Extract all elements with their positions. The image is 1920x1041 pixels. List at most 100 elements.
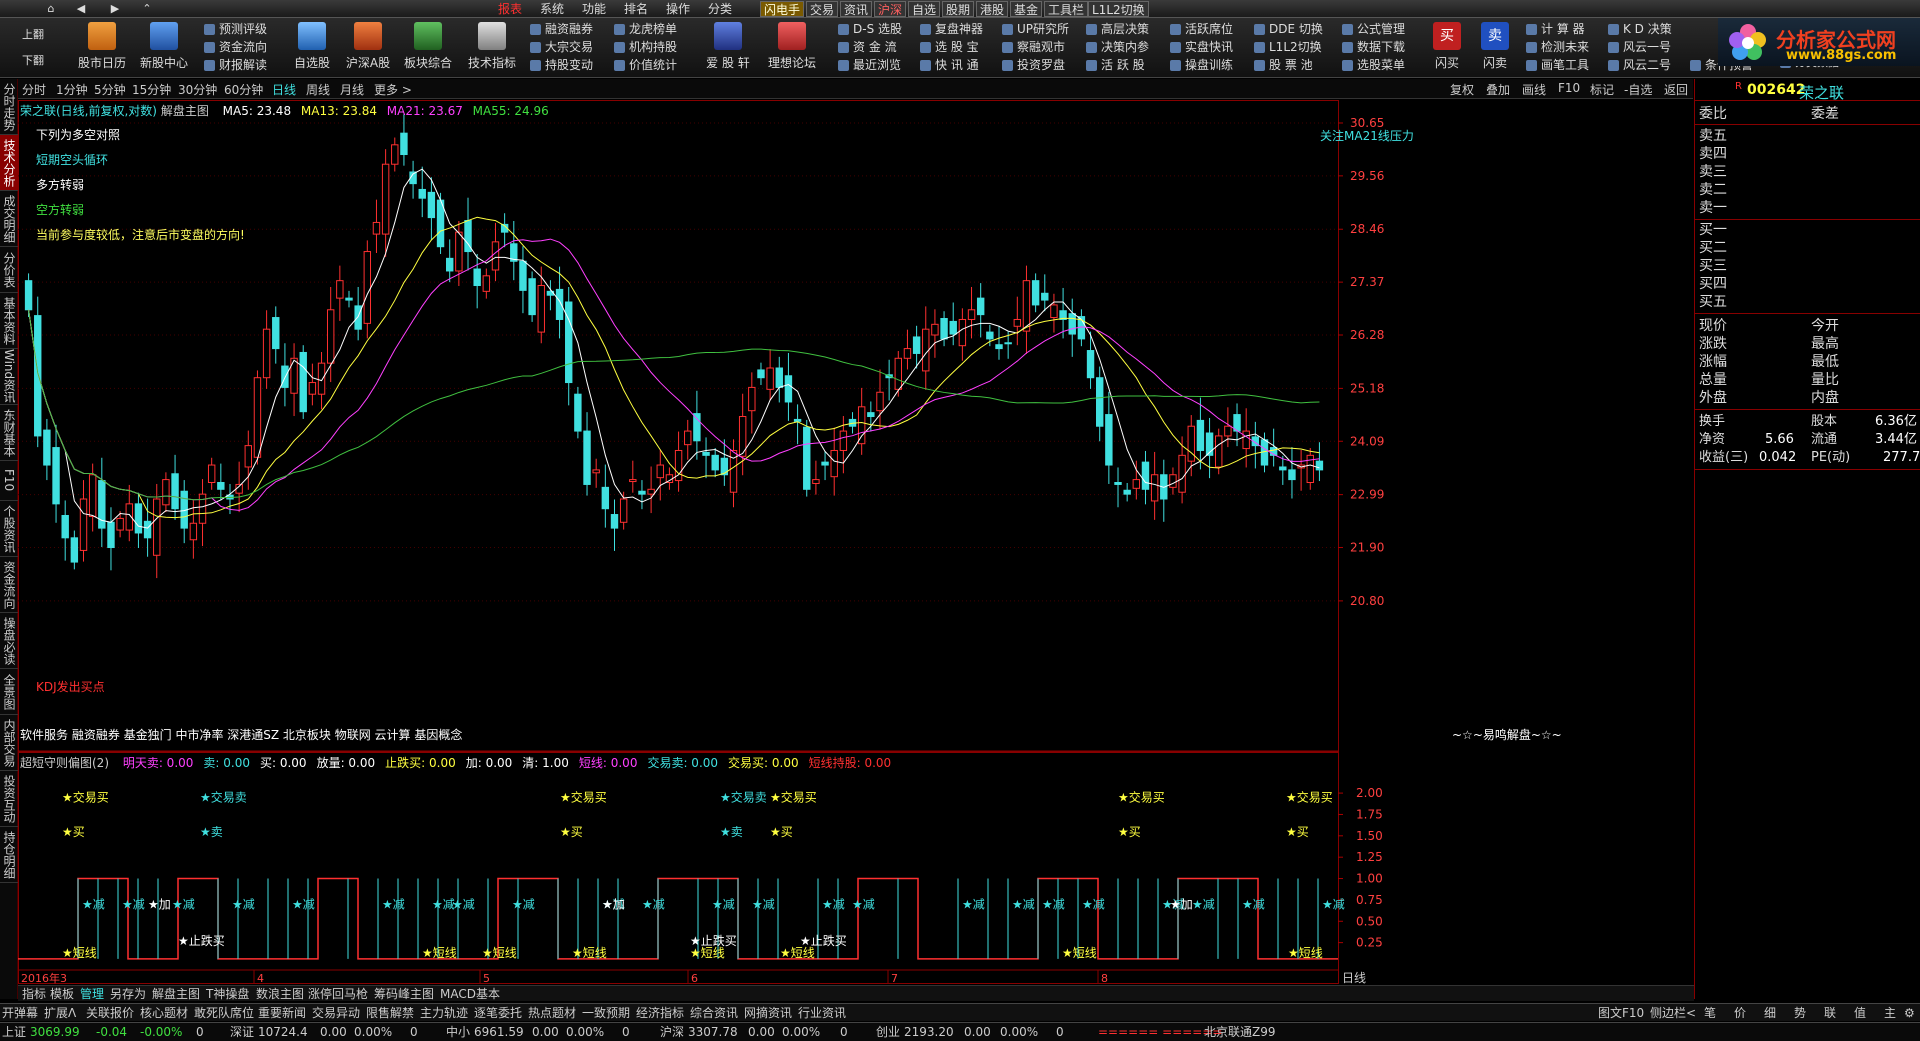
tab-interact[interactable]: 投资互动	[0, 771, 18, 827]
tab-trade[interactable]: 交易	[806, 1, 839, 17]
btab-macd[interactable]: MACD基本	[440, 986, 500, 1002]
b2-abnormal[interactable]: 交易异动	[312, 1005, 360, 1021]
b2-sidebar[interactable]: 侧边栏<	[1650, 1005, 1696, 1021]
tab-technical[interactable]: 技术分析	[0, 135, 18, 191]
tab-insider[interactable]: 内部交易	[0, 715, 18, 771]
b2-price[interactable]: 价	[1734, 1005, 1746, 1021]
tab-wind[interactable]: Wind资讯	[0, 349, 18, 405]
period-5m[interactable]: 5分钟	[94, 81, 126, 98]
b2-related[interactable]: 关联报价	[86, 1005, 134, 1021]
ashare-button[interactable]: 沪深A股	[340, 22, 396, 74]
tb-live[interactable]: 实盘快讯	[1170, 39, 1233, 56]
tab-futures[interactable]: 股期	[942, 1, 975, 17]
b2-dare[interactable]: 敢死队席位	[194, 1005, 254, 1021]
main-kline-chart[interactable]: 30.6529.5628.4627.3726.2825.1824.0922.99…	[18, 100, 1694, 752]
b2-expand[interactable]: 扩展Λ	[44, 1005, 76, 1021]
menu-operate[interactable]: 操作	[666, 1, 690, 17]
tb-block[interactable]: 大宗交易	[530, 39, 593, 56]
tb-flash[interactable]: 快 讯 通	[920, 57, 979, 74]
btab-saveas[interactable]: 另存为	[110, 986, 146, 1002]
buy-4[interactable]: 买四	[1699, 275, 1727, 293]
tab-capital[interactable]: 资金流向	[0, 557, 18, 613]
aigu-button[interactable]: 爱 股 轩	[700, 22, 756, 74]
forum-button[interactable]: 理想论坛	[764, 22, 820, 74]
tb-l1l2[interactable]: L1L2切换	[1254, 39, 1322, 56]
b2-general[interactable]: 综合资讯	[690, 1005, 738, 1021]
btn-overlay[interactable]: 叠加	[1486, 81, 1510, 98]
tab-hushen[interactable]: 沪深	[874, 1, 907, 17]
period-15m[interactable]: 15分钟	[132, 81, 171, 98]
b2-lockup[interactable]: 限售解禁	[366, 1005, 414, 1021]
tb-margin[interactable]: 融资融券	[530, 21, 593, 38]
sell-3[interactable]: 卖三	[1699, 163, 1727, 181]
b2-bi[interactable]: 笔	[1704, 1005, 1716, 1021]
period-weekly[interactable]: 周线	[306, 81, 330, 98]
tb-formula[interactable]: 公式管理	[1342, 21, 1405, 38]
tab-price-table[interactable]: 分价表	[0, 247, 18, 293]
buy-5[interactable]: 买五	[1699, 293, 1727, 311]
tb-value[interactable]: 价值统计	[614, 57, 677, 74]
tab-timeshare[interactable]: 分时走势	[0, 79, 18, 135]
btn-back[interactable]: 返回	[1664, 81, 1688, 98]
tab-f10[interactable]: F10	[0, 461, 18, 501]
buy-3[interactable]: 买三	[1699, 257, 1727, 275]
flash-buy-button[interactable]: 买闪买	[1424, 22, 1470, 74]
flash-sell-button[interactable]: 卖闪卖	[1472, 22, 1518, 74]
status-sh-label[interactable]: 上证	[2, 1024, 26, 1041]
period-daily[interactable]: 日线	[272, 81, 296, 98]
tb-holding[interactable]: 持股变动	[530, 57, 593, 74]
tab-flash[interactable]: 闪电手	[760, 1, 805, 17]
tb-training[interactable]: 操盘训练	[1170, 57, 1233, 74]
sub-indicator-chart[interactable]: 2.00 1.75 1.50 1.25 1.00 0.75 0.50 0.25 ★交易买 ★买 ★交…	[18, 752, 1694, 984]
btn-adjust[interactable]: 复权	[1450, 81, 1474, 98]
tb-pool[interactable]: 股 票 池	[1254, 57, 1313, 74]
status-hs-label[interactable]: 沪深	[660, 1024, 684, 1041]
btab-indicator[interactable]: 指标	[22, 986, 46, 1002]
tb-picker[interactable]: 选 股 宝	[920, 39, 979, 56]
b2-detail[interactable]: 细	[1764, 1005, 1776, 1021]
btab-template[interactable]: 模板	[50, 986, 74, 1002]
tb-compass[interactable]: 投资罗盘	[1002, 57, 1065, 74]
b2-main[interactable]: 主	[1884, 1005, 1896, 1021]
tb-money[interactable]: 资 金 流	[838, 39, 897, 56]
btab-wave[interactable]: 数浪主图	[256, 986, 304, 1002]
b2-hot[interactable]: 热点题材	[528, 1005, 576, 1021]
tab-fund[interactable]: 基金	[1010, 1, 1043, 17]
status-cy-label[interactable]: 创业	[876, 1024, 900, 1041]
settings-icon[interactable]: ⚙	[1904, 1005, 1915, 1021]
period-timeshare[interactable]: 分时	[22, 81, 46, 98]
back-icon[interactable]: ◀	[66, 1, 96, 17]
tab-positions[interactable]: 持仓明细	[0, 827, 18, 883]
b2-consensus[interactable]: 一致预期	[582, 1005, 630, 1021]
tab-eastmoney[interactable]: 东财基本	[0, 405, 18, 461]
tab-panorama[interactable]: 全景图	[0, 669, 18, 715]
tab-stock-news[interactable]: 个股资讯	[0, 501, 18, 557]
ipo-center-button[interactable]: 新股中心	[136, 22, 192, 74]
status-zx-label[interactable]: 中小	[446, 1024, 470, 1041]
tb-dde[interactable]: DDE 切换	[1254, 21, 1323, 38]
menu-function[interactable]: 功能	[582, 1, 606, 17]
tab-trades[interactable]: 成交明细	[0, 191, 18, 247]
period-30m[interactable]: 30分钟	[178, 81, 217, 98]
period-more[interactable]: 更多 >	[374, 81, 412, 98]
tb-active[interactable]: 活 跃 股	[1086, 57, 1145, 74]
sector-button[interactable]: 板块综合	[400, 22, 456, 74]
menu-report[interactable]: 报表	[498, 1, 522, 17]
tb-up[interactable]: UP研究所	[1002, 21, 1069, 38]
tb-brush[interactable]: 画笔工具	[1526, 57, 1589, 74]
tb-ds[interactable]: D-S 选股	[838, 21, 902, 38]
page-up-button[interactable]: 上翻	[4, 26, 56, 44]
b2-news[interactable]: 重要新闻	[258, 1005, 306, 1021]
b2-econ[interactable]: 经济指标	[636, 1005, 684, 1021]
tb-fengyun2[interactable]: 风云二号	[1608, 57, 1671, 74]
tb-rating[interactable]: 预测评级	[204, 21, 267, 38]
sell-5[interactable]: 卖五	[1699, 127, 1727, 145]
b2-f10[interactable]: 图文F10	[1598, 1005, 1644, 1021]
btab-limitup[interactable]: 涨停回马枪	[308, 986, 368, 1002]
tab-toolbar[interactable]: 工具栏	[1044, 1, 1089, 17]
btab-tshen[interactable]: T神操盘	[206, 986, 249, 1002]
tab-watchlist[interactable]: 自选	[908, 1, 941, 17]
tb-dragon[interactable]: 龙虎榜单	[614, 21, 677, 38]
tab-l1l2[interactable]: L1L2切换	[1088, 1, 1149, 17]
tb-inst[interactable]: 机构持股	[614, 39, 677, 56]
